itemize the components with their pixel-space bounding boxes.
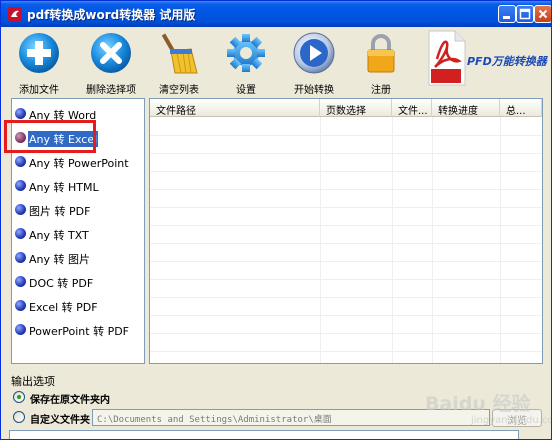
window-title: pdf转换成word转换器 试用版 bbox=[27, 8, 196, 22]
grid-line bbox=[150, 207, 542, 208]
column-header-file-size[interactable]: 文件... bbox=[392, 99, 432, 117]
close-icon bbox=[538, 9, 548, 19]
pdf-icon bbox=[428, 30, 466, 86]
column-header-page-selection[interactable]: 页数选择 bbox=[320, 99, 392, 117]
sidebar-item-any-to-powerpoint[interactable]: Any 转 PowerPoint bbox=[14, 153, 142, 171]
maximize-icon bbox=[519, 8, 531, 20]
grid-line bbox=[392, 117, 393, 363]
bullet-icon bbox=[15, 228, 26, 239]
sidebar-item-powerpoint-to-pdf[interactable]: PowerPoint 转 PDF bbox=[14, 321, 142, 339]
broom-icon bbox=[161, 33, 198, 74]
sidebar-item-label: Any 转 HTML bbox=[29, 181, 99, 194]
sidebar-item-doc-to-pdf[interactable]: DOC 转 PDF bbox=[14, 273, 142, 291]
column-header-file-path[interactable]: 文件路径 bbox=[150, 99, 320, 117]
baidu-watermark: Baidu 经验 bbox=[425, 393, 531, 415]
sidebar-item-label: 图片 转 PDF bbox=[29, 205, 91, 218]
sidebar-item-label: Any 转 TXT bbox=[29, 229, 89, 242]
register-button[interactable]: 注册 bbox=[351, 31, 411, 96]
grid-line bbox=[500, 117, 501, 363]
bullet-icon bbox=[15, 276, 26, 287]
settings-label: 设置 bbox=[236, 85, 256, 96]
sidebar-item-any-to-image[interactable]: Any 转 图片 bbox=[14, 249, 142, 267]
logo-text: PFD万能转换器 bbox=[467, 55, 547, 68]
sidebar-item-excel-to-pdf[interactable]: Excel 转 PDF bbox=[14, 297, 142, 315]
table-header: 文件路径 页数选择 文件... 转换进度 总... bbox=[150, 99, 542, 117]
register-label: 注册 bbox=[371, 85, 391, 96]
sidebar-item-any-to-html[interactable]: Any 转 HTML bbox=[14, 177, 142, 195]
app-window: pdf转换成word转换器 试用版 添加文件 删除选择项 清空列表 设置 开始转… bbox=[0, 0, 552, 440]
save-same-folder-label[interactable]: 保存在原文件夹内 bbox=[30, 391, 110, 406]
grid-line bbox=[150, 297, 542, 298]
grid-line bbox=[150, 351, 542, 352]
bullet-icon bbox=[15, 324, 26, 335]
add-file-button[interactable]: 添加文件 bbox=[9, 31, 69, 96]
sidebar-item-any-to-txt[interactable]: Any 转 TXT bbox=[14, 225, 142, 243]
sidebar-item-label: PowerPoint 转 PDF bbox=[29, 325, 129, 338]
delete-selected-label: 删除选择项 bbox=[86, 85, 136, 96]
sidebar-item-label: Any 转 PowerPoint bbox=[29, 157, 129, 170]
minimize-button[interactable] bbox=[498, 5, 516, 23]
grid-line bbox=[150, 135, 542, 136]
clear-list-label: 清空列表 bbox=[159, 85, 199, 96]
close-button[interactable] bbox=[534, 5, 551, 23]
clear-list-button[interactable]: 清空列表 bbox=[149, 31, 209, 96]
maximize-button[interactable] bbox=[516, 5, 534, 23]
brand-logo: PFD万能转换器 bbox=[427, 29, 547, 91]
annotation-highlight-box bbox=[4, 120, 96, 153]
delete-icon bbox=[91, 33, 131, 73]
grid-line bbox=[150, 189, 542, 190]
bullet-icon bbox=[15, 204, 26, 215]
grid-line bbox=[150, 261, 542, 262]
bullet-icon bbox=[15, 156, 26, 167]
bullet-icon bbox=[15, 252, 26, 263]
title-bar[interactable]: pdf转换成word转换器 试用版 bbox=[1, 1, 551, 27]
save-same-folder-radio[interactable] bbox=[13, 391, 25, 403]
column-header-total[interactable]: 总... bbox=[500, 99, 542, 117]
file-list-table[interactable]: 文件路径 页数选择 文件... 转换进度 总... bbox=[149, 98, 543, 364]
grid-line bbox=[320, 117, 321, 363]
status-area bbox=[9, 430, 519, 439]
start-convert-button[interactable]: 开始转换 bbox=[284, 31, 344, 96]
grid-line bbox=[150, 171, 542, 172]
start-convert-label: 开始转换 bbox=[294, 85, 334, 96]
minimize-icon bbox=[503, 16, 510, 19]
custom-folder-label[interactable]: 自定义文件夹 bbox=[30, 411, 90, 426]
bullet-icon bbox=[15, 300, 26, 311]
bullet-icon bbox=[15, 108, 26, 119]
grid-line bbox=[150, 243, 542, 244]
grid-line bbox=[150, 225, 542, 226]
sidebar-item-label: Excel 转 PDF bbox=[29, 301, 98, 314]
bullet-icon bbox=[15, 180, 26, 191]
output-options-heading: 输出选项 bbox=[11, 375, 55, 388]
grid-line bbox=[150, 315, 542, 316]
gear-icon bbox=[227, 34, 265, 72]
lock-icon bbox=[367, 34, 395, 73]
grid-line bbox=[150, 333, 542, 334]
grid-line bbox=[432, 117, 433, 363]
add-icon bbox=[19, 33, 59, 73]
grid-line bbox=[150, 279, 542, 280]
custom-folder-radio[interactable] bbox=[13, 411, 25, 423]
sidebar-item-image-to-pdf[interactable]: 图片 转 PDF bbox=[14, 201, 142, 219]
sidebar-item-label: Any 转 图片 bbox=[29, 253, 90, 266]
app-icon bbox=[8, 7, 22, 21]
add-file-label: 添加文件 bbox=[19, 85, 59, 96]
baidu-watermark-url: jingyan.baidu.com bbox=[471, 415, 551, 426]
delete-selected-button[interactable]: 删除选择项 bbox=[81, 31, 141, 96]
settings-button[interactable]: 设置 bbox=[216, 31, 276, 96]
sidebar-item-label: DOC 转 PDF bbox=[29, 277, 94, 290]
column-header-progress[interactable]: 转换进度 bbox=[432, 99, 500, 117]
grid-line bbox=[150, 153, 542, 154]
play-icon bbox=[293, 32, 335, 74]
